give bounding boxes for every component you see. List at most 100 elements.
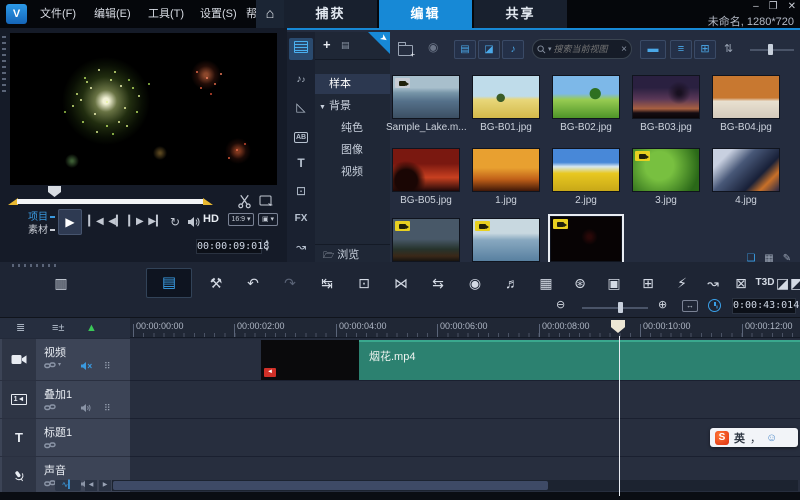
- overlay-track-header[interactable]: 1◄ 叠加1 ⠿: [0, 381, 130, 419]
- timeline-ruler[interactable]: 00:00:00:00 00:00:02:00 00:00:04:00 00:0…: [130, 318, 800, 338]
- ripple-link-icon[interactable]: [44, 441, 56, 450]
- nav-item-image[interactable]: 图像: [315, 140, 390, 160]
- nav-item-video[interactable]: 视频: [315, 162, 390, 182]
- title-track-header[interactable]: T 标题1: [0, 419, 130, 457]
- panel-drag-handle[interactable]: [2, 36, 6, 96]
- clip-first-frame[interactable]: ◄: [261, 340, 359, 380]
- ime-punctuation-toggle[interactable]: ，: [750, 430, 761, 446]
- tab-capture[interactable]: 捕获: [284, 0, 377, 28]
- grab-frame-icon[interactable]: [259, 194, 277, 210]
- search-clear-icon[interactable]: ×: [621, 44, 627, 55]
- ime-emoji-icon[interactable]: ☺: [766, 432, 777, 444]
- menu-file[interactable]: 文件(F): [34, 0, 82, 28]
- filter-photos-button[interactable]: ◪: [478, 40, 500, 59]
- search-box[interactable]: ▾ ×: [532, 39, 632, 59]
- nav-item-samples[interactable]: 样本: [315, 74, 390, 94]
- library-item[interactable]: [632, 148, 700, 192]
- library-item[interactable]: [392, 218, 460, 262]
- sort-button[interactable]: ⇅: [724, 42, 733, 55]
- loop-button[interactable]: ↻: [168, 214, 182, 230]
- timeline-scrollbar-thumb[interactable]: [113, 481, 548, 490]
- audio-mixer-button[interactable]: ♬: [499, 272, 525, 294]
- timeline-zoom-thumb[interactable]: [618, 302, 623, 313]
- library-item[interactable]: [472, 218, 540, 262]
- title-3d-button[interactable]: T3D: [752, 272, 778, 294]
- tab-edit[interactable]: 编辑: [379, 0, 472, 28]
- add-folder-button[interactable]: +: [323, 37, 331, 52]
- audio-icon[interactable]: ♪♪: [289, 68, 313, 90]
- track-mute-icon[interactable]: [80, 403, 92, 413]
- color-grading-button[interactable]: ◉: [462, 272, 488, 294]
- split-scissors-icon[interactable]: [237, 194, 255, 210]
- go-end-button[interactable]: ▶▎: [148, 214, 164, 230]
- tools-button[interactable]: ⚒: [203, 272, 229, 294]
- track-effects-icon[interactable]: ⠿: [104, 361, 111, 372]
- library-menu-icon[interactable]: ◉: [428, 40, 438, 54]
- sogou-ime-logo-icon[interactable]: S: [715, 431, 729, 445]
- minimize-button[interactable]: –: [753, 1, 759, 13]
- hd-quality-button[interactable]: HD: [203, 213, 219, 225]
- mask-editor-button[interactable]: ◩: [790, 272, 800, 294]
- video-track-header[interactable]: 视频 ▾ ⠿: [0, 339, 130, 381]
- media-library-icon[interactable]: [289, 38, 313, 60]
- play-button[interactable]: ▶: [58, 209, 82, 235]
- scrubber-handle[interactable]: [48, 186, 61, 197]
- home-button[interactable]: ⌂: [256, 0, 284, 28]
- track-manager-icon[interactable]: ≣: [16, 320, 25, 336]
- filter-audio-button[interactable]: ♪: [502, 40, 524, 59]
- motion-tracking-button[interactable]: ⚡: [669, 272, 695, 294]
- timeline-view-button[interactable]: ▤: [146, 268, 192, 298]
- sound-library-button[interactable]: ▦: [533, 272, 559, 294]
- track-effects-icon[interactable]: ⠿: [104, 403, 111, 414]
- title-track-content[interactable]: [130, 419, 800, 457]
- ripple-link-icon[interactable]: [44, 361, 56, 370]
- scroll-left-button[interactable]: ◀: [85, 480, 97, 491]
- view-list-button[interactable]: ≡: [670, 40, 692, 59]
- search-scope-dropdown[interactable]: ▾: [548, 45, 552, 53]
- title-icon[interactable]: T: [289, 152, 313, 174]
- menu-settings[interactable]: 设置(S): [194, 0, 243, 28]
- library-item[interactable]: [392, 75, 460, 119]
- redo-button[interactable]: ↷: [277, 272, 303, 294]
- library-item[interactable]: [472, 75, 540, 119]
- menu-edit[interactable]: 编辑(E): [88, 0, 137, 28]
- trim-end-handle[interactable]: [203, 198, 213, 205]
- frame-forward-button[interactable]: ▎▶: [128, 214, 144, 230]
- ime-toolbar[interactable]: S 英 ， ☺: [710, 428, 798, 447]
- search-input[interactable]: [554, 44, 620, 54]
- screen-capture-button[interactable]: ⊠: [728, 272, 754, 294]
- overlay-track-content[interactable]: [130, 381, 800, 419]
- undo-button[interactable]: ↶: [240, 272, 266, 294]
- nav-browse[interactable]: 🗁 浏览: [315, 244, 390, 264]
- go-start-button[interactable]: ▎◀: [88, 214, 104, 230]
- timeline-zoom-slider[interactable]: [582, 307, 648, 309]
- timeline-zoom-out-icon[interactable]: ⊖: [556, 298, 565, 311]
- library-item[interactable]: [392, 148, 460, 192]
- nav-group-background[interactable]: ▼ 背景: [315, 96, 390, 116]
- tab-share[interactable]: 共享: [474, 0, 567, 28]
- trim-markers-button[interactable]: ↹: [314, 272, 340, 294]
- motion-path-icon[interactable]: ↝: [289, 236, 313, 258]
- frame-back-button[interactable]: ◀▎: [108, 214, 124, 230]
- library-item[interactable]: [552, 75, 620, 119]
- view-thumbnail-button[interactable]: ⊞: [694, 40, 716, 59]
- subtitle-editor-button[interactable]: ▣: [601, 272, 627, 294]
- project-duration-timecode[interactable]: 0:00:43:014: [732, 298, 796, 314]
- ime-language-toggle[interactable]: 英: [734, 430, 745, 446]
- mask-creator-button[interactable]: ◪: [776, 272, 788, 294]
- time-stretch-button[interactable]: ⇆: [425, 272, 451, 294]
- library-item[interactable]: [632, 75, 700, 119]
- filter-videos-button[interactable]: ▤: [454, 40, 476, 59]
- auto-scroll-icon[interactable]: ∿▎: [55, 480, 81, 491]
- fit-timeline-button[interactable]: ↔: [682, 300, 698, 312]
- custom-motion-button[interactable]: ↝: [700, 272, 726, 294]
- track-list-icon[interactable]: ≡±: [52, 320, 64, 336]
- video-track-content[interactable]: 烟花.mp4 ◄: [130, 339, 800, 381]
- library-item[interactable]: [712, 75, 780, 119]
- maximize-button[interactable]: ❐: [769, 1, 778, 13]
- import-folder-icon[interactable]: +: [398, 43, 413, 61]
- video-preview[interactable]: [10, 33, 277, 185]
- library-item[interactable]: [472, 148, 540, 192]
- link-dropdown-icon[interactable]: ▾: [58, 361, 61, 368]
- volume-button[interactable]: [185, 214, 201, 230]
